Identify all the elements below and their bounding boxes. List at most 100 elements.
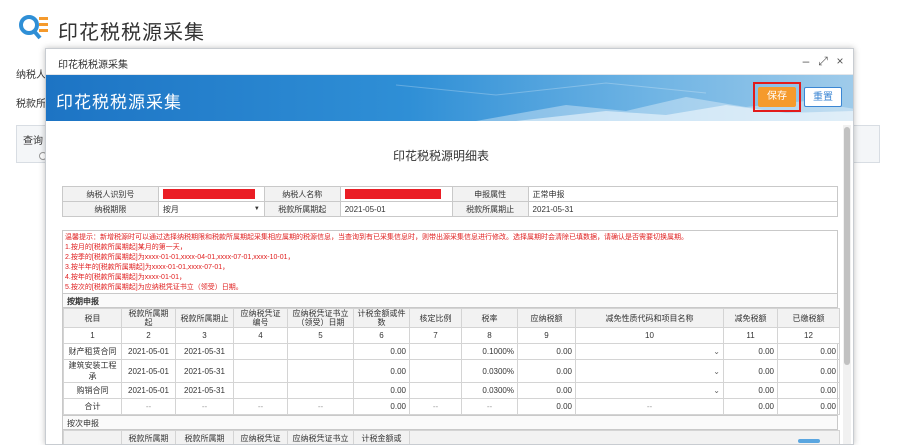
period-label: 纳税期限 (62, 201, 159, 217)
monthly-table: 税目 税款所属期起 税款所属期止 应纳税凭证编号 应纳税凭证书立（领受）日期 计… (63, 308, 840, 415)
index-cell: 3 (175, 327, 234, 344)
voucher-no-input[interactable] (233, 382, 288, 399)
index-cell: 7 (409, 327, 462, 344)
rate-cell: 0.0300% (461, 359, 518, 383)
col-header: 税款所属期 (121, 430, 176, 444)
pertime-section-title: 按次申报 (63, 416, 837, 430)
dash-cell: -- (461, 398, 518, 415)
chevron-down-icon: ⌄ (713, 366, 720, 376)
index-cell: 9 (517, 327, 576, 344)
start-label: 税款所属期起 (263, 201, 341, 217)
declare-attr-value: 正常申报 (527, 186, 839, 202)
col-header: 已缴税额 (777, 308, 840, 328)
pertime-table: 税款所属期 税款所属期 应纳税凭证 应纳税凭证书立 计税金额或 (63, 430, 840, 444)
relief-select[interactable]: ⌄ (575, 359, 724, 383)
voucher-date-input[interactable] (287, 382, 354, 399)
dash-cell: -- (409, 398, 462, 415)
tax-item-cell: 建筑安装工程承 (63, 359, 122, 383)
col-header: 税款所属期起 (121, 308, 176, 328)
scrollbar-thumb[interactable] (844, 127, 850, 365)
bg-query-label: 查询 (23, 136, 43, 147)
col-header: 应纳税凭证 (233, 430, 288, 444)
col-header (63, 430, 122, 444)
modal-content: 印花税税源明细表 纳税人识别号 纳税人名称 申报属性 正常申报 纳税期限 按月 ▼… (46, 121, 853, 444)
modal-banner: 印花税税源采集 保存 重置 (46, 75, 853, 121)
voucher-date-input[interactable] (287, 359, 354, 383)
voucher-no-input[interactable] (233, 359, 288, 383)
info-table: 纳税人识别号 纳税人名称 申报属性 正常申报 纳税期限 按月 ▼ 税款所属期起 2… (62, 186, 839, 217)
amount-input[interactable]: 0.00 (353, 343, 410, 360)
amount-input[interactable]: 0.00 (353, 359, 410, 383)
tax-item-cell: 购销合同 (63, 382, 122, 399)
save-button[interactable]: 保存 (758, 87, 796, 107)
ratio-cell (409, 382, 462, 399)
maximize-icon[interactable]: ⤢ (815, 53, 831, 69)
table-row: 建筑安装工程承 2021-05-01 2021-05-31 0.00 0.030… (63, 359, 840, 383)
col-header (409, 430, 840, 444)
bg-taxpayer-label: 纳税人 (16, 70, 46, 81)
col-header: 减免税额 (723, 308, 778, 328)
index-cell: 5 (287, 327, 354, 344)
close-icon[interactable]: × (832, 53, 848, 69)
col-header: 税款所属期止 (175, 308, 234, 328)
relief-select[interactable]: ⌄ (575, 343, 724, 360)
index-cell: 12 (777, 327, 840, 344)
col-header: 税率 (461, 308, 518, 328)
relief-select[interactable]: ⌄ (575, 382, 724, 399)
total-relief: 0.00 (723, 398, 778, 415)
relief-cell: 0.00 (723, 343, 778, 360)
total-label: 合计 (63, 398, 122, 415)
col-header: 税目 (63, 308, 122, 328)
add-row-button[interactable] (798, 439, 820, 443)
minimize-icon[interactable]: – (798, 53, 814, 69)
modal-window-title: 印花税税源采集 (58, 60, 128, 71)
paid-cell: 0.00 (777, 343, 840, 360)
tax-item-cell: 财产租赁合同 (63, 343, 122, 360)
index-cell: 1 (63, 327, 122, 344)
index-cell: 10 (575, 327, 724, 344)
amount-input[interactable]: 0.00 (353, 382, 410, 399)
voucher-no-input[interactable] (233, 343, 288, 360)
relief-cell: 0.00 (723, 382, 778, 399)
total-row: 合计 -- -- -- -- 0.00 -- -- 0.00 -- 0.00 0… (63, 398, 840, 415)
index-cell: 2 (121, 327, 176, 344)
total-amount: 0.00 (353, 398, 410, 415)
ratio-cell (409, 343, 462, 360)
col-header: 应纳税凭证书立 (287, 430, 354, 444)
relief-cell: 0.00 (723, 359, 778, 383)
paid-cell: 0.00 (777, 382, 840, 399)
redaction-mark (344, 189, 441, 199)
table-row: 财产租赁合同 2021-05-01 2021-05-31 0.00 0.1000… (63, 343, 840, 360)
dash-cell: -- (121, 398, 176, 415)
index-cell: 8 (461, 327, 518, 344)
start-cell: 2021-05-01 (121, 359, 176, 383)
notice-line: 4.按年的[税款所属期起]为xxxx-01-01， (65, 274, 186, 281)
period-select[interactable]: 按月 ▼ (157, 201, 265, 217)
notice-line: 温馨提示：新增税源时可以通过选择纳税期限和税款所属期起采集相应属期的税源信息，当… (65, 234, 688, 241)
index-cell: 4 (233, 327, 288, 344)
caret-down-icon: ▼ (253, 205, 260, 212)
dash-cell: -- (175, 398, 234, 415)
table-row: 购销合同 2021-05-01 2021-05-31 0.00 0.0300% … (63, 382, 840, 399)
tax-cell: 0.00 (517, 359, 576, 383)
col-header: 核定比例 (409, 308, 462, 328)
notice-line: 1.按月的[税款所属期起]某月的第一天， (65, 244, 187, 251)
redaction-mark (162, 189, 255, 199)
taxpayer-name-label: 纳税人名称 (263, 186, 341, 202)
voucher-date-input[interactable] (287, 343, 354, 360)
chevron-down-icon: ⌄ (713, 386, 720, 395)
end-cell: 2021-05-31 (175, 359, 234, 383)
dash-cell: -- (287, 398, 354, 415)
end-cell: 2021-05-31 (175, 382, 234, 399)
paid-cell: 0.00 (777, 359, 840, 383)
index-cell: 6 (353, 327, 410, 344)
index-row: 1 2 3 4 5 6 7 8 9 10 11 12 (63, 327, 840, 344)
col-header: 税款所属期 (175, 430, 234, 444)
dash-cell: -- (575, 398, 724, 415)
col-header: 计税金额或件数 (353, 308, 410, 328)
end-label: 税款所属期止 (451, 201, 529, 217)
start-date-input[interactable]: 2021-05-01 (339, 201, 453, 217)
index-cell: 11 (723, 327, 778, 344)
pertime-section: 按次申报 税款所属期 税款所属期 应纳税凭证 应纳税凭证书立 计税金额或 (62, 415, 840, 444)
reset-button[interactable]: 重置 (804, 87, 842, 107)
